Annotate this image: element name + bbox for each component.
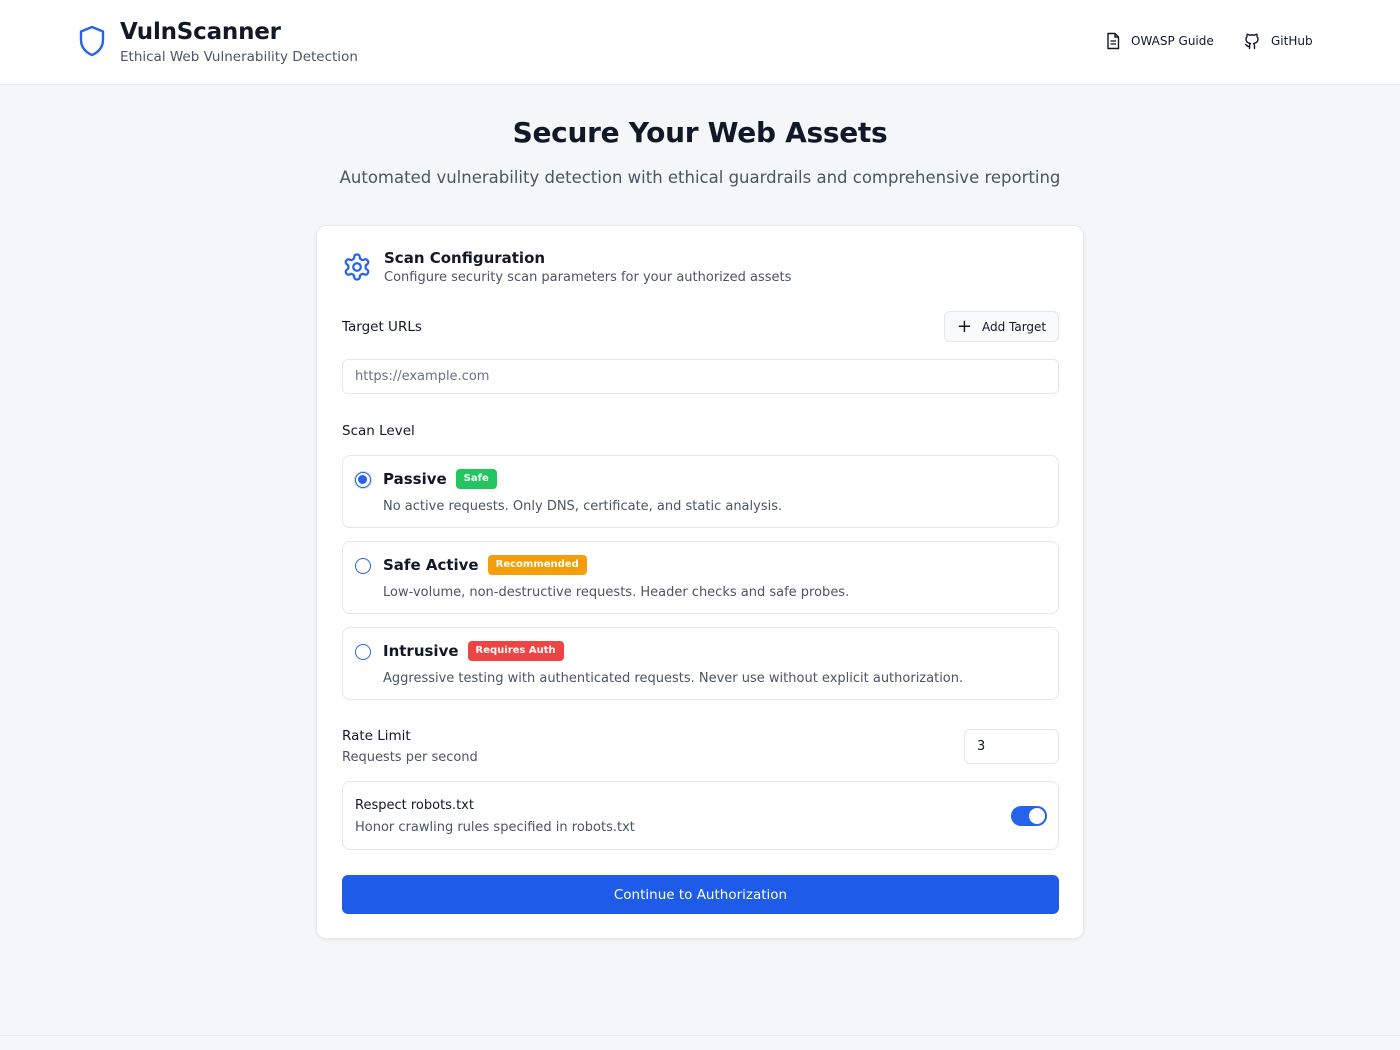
safe-active-radio[interactable] [355, 558, 371, 574]
rate-limit-sublabel: Requests per second [342, 750, 478, 765]
plus-icon: + [956, 315, 972, 337]
nav-github[interactable]: GitHub [1243, 32, 1313, 50]
passive-description: No active requests. Only DNS, certificat… [383, 499, 783, 514]
intrusive-description: Aggressive testing with authenticated re… [383, 671, 964, 686]
hero-subtitle: Automated vulnerability detection with e… [339, 168, 1061, 187]
robots-txt-setting: Respect robots.txt Honor crawling rules … [342, 781, 1059, 850]
safe-active-title: Safe Active [383, 556, 479, 574]
card-subtitle: Configure security scan parameters for y… [384, 270, 792, 285]
app-tagline: Ethical Web Vulnerability Detection [120, 49, 358, 65]
document-icon [1107, 32, 1120, 50]
nav-github-label: GitHub [1271, 34, 1313, 48]
intrusive-title: Intrusive [383, 642, 459, 660]
intrusive-radio[interactable] [355, 644, 371, 660]
robots-title: Respect robots.txt [355, 798, 474, 813]
scan-configuration-card: Scan Configuration Configure security sc… [316, 225, 1084, 939]
nav-owasp-guide[interactable]: OWASP Guide [1105, 32, 1214, 50]
robots-description: Honor crawling rules specified in robots… [355, 820, 635, 835]
safe-badge: Safe [455, 469, 497, 489]
card-header: Scan Configuration Configure security sc… [342, 249, 791, 287]
app-header: VulnScanner Ethical Web Vulnerability De… [0, 0, 1400, 85]
safe-active-description: Low-volume, non-destructive requests. He… [383, 585, 850, 600]
continue-to-authorization-button[interactable]: Continue to Authorization [342, 875, 1059, 914]
rate-limit-label: Rate Limit [342, 728, 411, 744]
passive-radio[interactable] [355, 472, 371, 488]
scan-level-label: Scan Level [342, 423, 415, 439]
target-urls-label: Target URLs [342, 319, 422, 335]
gear-icon [344, 253, 370, 281]
card-title: Scan Configuration [384, 249, 546, 267]
nav-owasp-label: OWASP Guide [1131, 34, 1214, 48]
app-title: VulnScanner [120, 19, 281, 45]
shield-icon [78, 25, 106, 59]
scan-level-safe-active[interactable]: Safe Active Recommended Low-volume, non-… [342, 541, 1059, 614]
recommended-badge: Recommended [487, 555, 587, 575]
requires-auth-badge: Requires Auth [467, 641, 564, 661]
github-icon [1244, 33, 1259, 50]
scan-level-passive[interactable]: Passive Safe No active requests. Only DN… [342, 455, 1059, 528]
brand: VulnScanner Ethical Web Vulnerability De… [78, 18, 358, 66]
scan-level-intrusive[interactable]: Intrusive Requires Auth Aggressive testi… [342, 627, 1059, 700]
rate-limit-input[interactable] [964, 729, 1059, 764]
add-target-button[interactable]: + Add Target [944, 311, 1059, 342]
passive-title: Passive [383, 470, 447, 488]
target-url-input[interactable] [342, 359, 1059, 394]
toggle-knob [1029, 808, 1045, 824]
footer-divider [0, 1035, 1400, 1036]
add-target-label: Add Target [981, 319, 1047, 334]
robots-toggle[interactable] [1011, 806, 1047, 826]
hero-title: Secure Your Web Assets [512, 116, 888, 149]
